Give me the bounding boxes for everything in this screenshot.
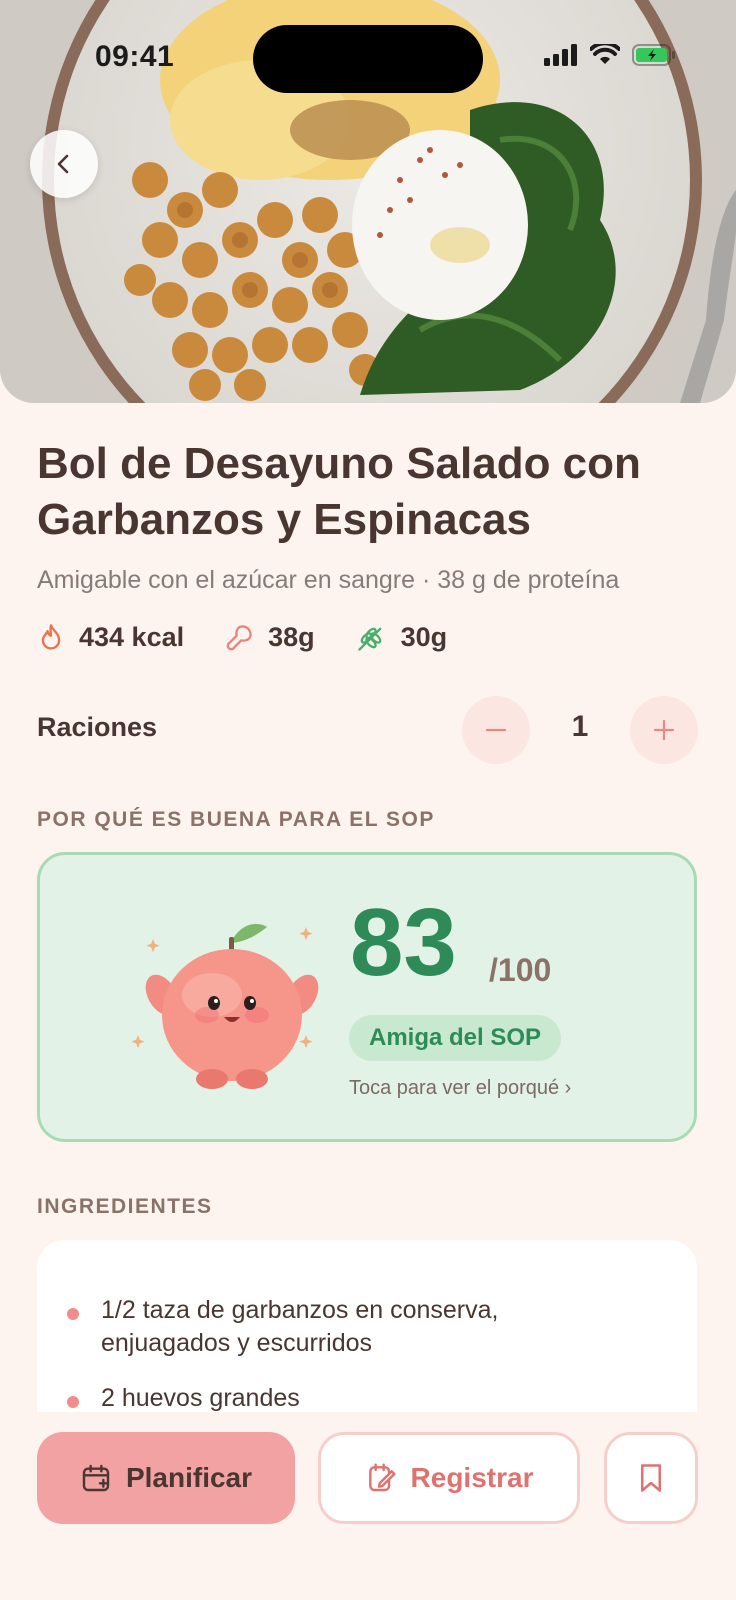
macros-row: 434 kcal 38g 30g: [37, 622, 487, 653]
servings-label: Raciones: [37, 712, 158, 742]
back-button[interactable]: [30, 130, 98, 198]
calendar-add-icon: [82, 1464, 110, 1492]
recipe-subtitle: Amigable con el azúcar en sangre · 38 g …: [37, 566, 620, 594]
calories-value: 434 kcal: [79, 622, 185, 652]
macro-calories: 434 kcal: [37, 622, 184, 653]
ingredient-text: 1/2 taza de garbanzos en conserva, enjua…: [101, 1296, 499, 1357]
ingredients-section-title: INGREDIENTES: [37, 1195, 213, 1218]
macro-protein: 38g: [224, 622, 315, 653]
sop-score-max: /100: [489, 952, 552, 988]
carbs-value: 30g: [400, 622, 448, 652]
sop-score-value: 83: [350, 889, 457, 996]
list-item: 2 huevos grandes: [37, 1382, 621, 1415]
edit-note-icon: [368, 1463, 396, 1492]
chevron-left-icon: [57, 154, 69, 174]
ingredient-text: 2 huevos grandes: [101, 1384, 300, 1412]
list-item: 1/2 taza de garbanzos en conserva, enjua…: [37, 1294, 621, 1360]
sop-score-card[interactable]: 83 /100 Amiga del SOP Toca para ver el p…: [37, 852, 697, 1142]
protein-value: 38g: [268, 622, 315, 652]
hero-image: [0, 0, 736, 403]
sop-details-link[interactable]: Toca para ver el porqué ›: [349, 1077, 571, 1100]
bookmark-button[interactable]: [604, 1432, 698, 1524]
log-button-label: Registrar: [410, 1462, 534, 1493]
bullet-icon: [67, 1308, 79, 1320]
log-button[interactable]: Registrar: [318, 1432, 580, 1524]
plus-icon: [653, 719, 675, 741]
bookmark-icon: [641, 1464, 661, 1492]
servings-value: 1: [571, 710, 589, 743]
wheat-icon: [357, 627, 382, 651]
plan-button[interactable]: Planificar: [37, 1432, 295, 1524]
bottom-action-bar: Planificar Registrar: [0, 1412, 736, 1600]
bullet-icon: [67, 1396, 79, 1408]
servings-increase-button[interactable]: [630, 696, 698, 764]
recipe-title: Bol de Desayuno Salado con Garbanzos y E…: [37, 439, 641, 544]
plan-button-label: Planificar: [125, 1462, 253, 1493]
sop-section-title: POR QUÉ ES BUENA PARA EL SOP: [37, 808, 435, 831]
ingredients-list: 1/2 taza de garbanzos en conserva, enjua…: [37, 1240, 697, 1420]
peach-mascot-icon: [132, 923, 319, 1089]
minus-icon: [485, 728, 507, 732]
servings-decrease-button[interactable]: [462, 696, 530, 764]
drumstick-icon: [226, 624, 252, 650]
flame-icon: [41, 623, 61, 649]
sop-badge: Amiga del SOP: [349, 1015, 562, 1061]
macro-carbs: 30g: [355, 622, 448, 653]
